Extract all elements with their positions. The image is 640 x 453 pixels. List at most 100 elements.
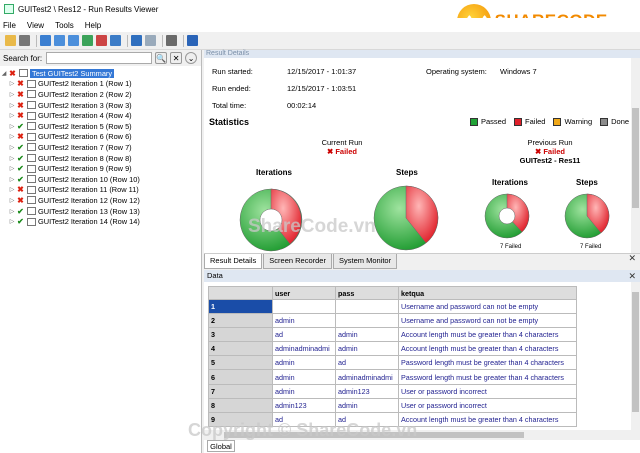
- pass-cell[interactable]: admin: [335, 341, 399, 357]
- pass-cell[interactable]: admin123: [335, 383, 399, 399]
- pass-cell[interactable]: admin: [335, 397, 399, 413]
- search-button[interactable]: 🔍: [155, 52, 168, 64]
- tab-system-monitor[interactable]: System Monitor: [332, 254, 398, 269]
- user-cell[interactable]: admin: [272, 355, 336, 371]
- ketqua-cell[interactable]: User or password incorrect: [398, 383, 577, 399]
- user-cell[interactable]: adminadminadmi: [272, 341, 336, 357]
- ketqua-cell[interactable]: User or password incorrect: [398, 397, 577, 413]
- tree-item[interactable]: ▷ ✖ GUITest2 Iteration 2 (Row 2): [0, 89, 201, 100]
- filter-icon[interactable]: [40, 35, 51, 46]
- collapse-icon[interactable]: ◢: [0, 70, 8, 77]
- tree-item[interactable]: ▷ ✔ GUITest2 Iteration 5 (Row 5): [0, 121, 201, 132]
- pass-cell[interactable]: [335, 298, 399, 315]
- user-cell[interactable]: ad: [272, 327, 336, 343]
- tree-item[interactable]: ▷ ✔ GUITest2 Iteration 13 (Row 13): [0, 206, 201, 217]
- user-cell[interactable]: admin: [272, 369, 336, 385]
- collapse-all-icon[interactable]: [68, 35, 79, 46]
- user-cell[interactable]: [272, 298, 336, 315]
- menu-file[interactable]: File: [3, 21, 16, 30]
- tree-item[interactable]: ▷ ✔ GUITest2 Iteration 10 (Row 10): [0, 174, 201, 185]
- row-number-cell[interactable]: 8: [208, 397, 273, 413]
- tree-item[interactable]: ▷ ✖ GUITest2 Iteration 1 (Row 1): [0, 79, 201, 90]
- help-icon[interactable]: [187, 35, 198, 46]
- user-cell[interactable]: admin: [272, 383, 336, 399]
- refresh-icon[interactable]: [82, 35, 93, 46]
- data-vertical-scrollbar[interactable]: [631, 282, 640, 430]
- tree-item[interactable]: ▷ ✔ GUITest2 Iteration 8 (Row 8): [0, 153, 201, 164]
- open-icon[interactable]: [5, 35, 16, 46]
- expand-icon[interactable]: ▷: [8, 208, 16, 215]
- row-number-cell[interactable]: 5: [208, 355, 273, 371]
- menu-view[interactable]: View: [27, 21, 44, 30]
- ketqua-cell[interactable]: Username and password can not be empty: [398, 298, 577, 315]
- tree-item[interactable]: ▷ ✖ GUITest2 Iteration 6 (Row 6): [0, 132, 201, 143]
- scrollbar-thumb[interactable]: [632, 108, 639, 208]
- search-options-button[interactable]: ⌄: [185, 52, 198, 64]
- column-header-pass[interactable]: pass: [335, 286, 399, 300]
- ketqua-cell[interactable]: Password length must be greater than 4 c…: [398, 369, 577, 385]
- row-number-cell[interactable]: 3: [208, 327, 273, 343]
- grid-icon[interactable]: [166, 35, 177, 46]
- table-row[interactable]: 8 admin123 admin User or password incorrect: [208, 397, 577, 413]
- row-number-cell[interactable]: 7: [208, 383, 273, 399]
- expand-icon[interactable]: ▷: [8, 165, 16, 172]
- pass-cell[interactable]: [335, 313, 399, 329]
- search-input[interactable]: [46, 52, 153, 64]
- forward-icon[interactable]: [145, 35, 156, 46]
- table-row[interactable]: 2 admin Username and password can not be e…: [208, 313, 577, 329]
- tree-item[interactable]: ▷ ✖ GUITest2 Iteration 11 (Row 11): [0, 185, 201, 196]
- row-number-cell[interactable]: 6: [208, 369, 273, 385]
- export-icon[interactable]: [110, 35, 121, 46]
- ketqua-cell[interactable]: Account length must be greater than 4 ch…: [398, 411, 577, 427]
- expand-icon[interactable]: ▷: [8, 186, 16, 193]
- expand-icon[interactable]: ▷: [8, 133, 16, 140]
- pass-cell[interactable]: adminadminadmi: [335, 369, 399, 385]
- back-icon[interactable]: [131, 35, 142, 46]
- tree-item[interactable]: ▷ ✖ GUITest2 Iteration 4 (Row 4): [0, 110, 201, 121]
- expand-icon[interactable]: ▷: [8, 155, 16, 162]
- details-scrollbar[interactable]: [631, 58, 640, 253]
- table-row[interactable]: 7 admin admin123 User or password incorrect: [208, 383, 577, 399]
- ketqua-cell[interactable]: Account length must be greater than 4 ch…: [398, 341, 577, 357]
- column-header-ketqua[interactable]: ketqua: [398, 286, 577, 300]
- tree-item[interactable]: ▷ ✔ GUITest2 Iteration 14 (Row 14): [0, 216, 201, 227]
- expand-icon[interactable]: ▷: [8, 91, 16, 98]
- row-number-cell[interactable]: 2: [208, 313, 273, 329]
- pass-cell[interactable]: admin: [335, 327, 399, 343]
- settings-icon[interactable]: [96, 35, 107, 46]
- table-row[interactable]: 5 admin ad Password length must be greater …: [208, 355, 577, 371]
- table-row[interactable]: 1 Username and password can not be empty: [208, 298, 577, 315]
- tree-root[interactable]: ◢ ✖ Test GUITest2 Summary: [0, 68, 201, 79]
- ketqua-cell[interactable]: Account length must be greater than 4 ch…: [398, 327, 577, 343]
- user-cell[interactable]: admin123: [272, 397, 336, 413]
- print-icon[interactable]: [19, 35, 30, 46]
- expand-icon[interactable]: ▷: [8, 197, 16, 204]
- ketqua-cell[interactable]: Username and password can not be empty: [398, 313, 577, 329]
- expand-icon[interactable]: ▷: [8, 176, 16, 183]
- tab-result-details[interactable]: Result Details: [204, 254, 263, 269]
- column-header-user[interactable]: user: [272, 286, 336, 300]
- tree-item[interactable]: ▷ ✔ GUITest2 Iteration 9 (Row 9): [0, 163, 201, 174]
- expand-icon[interactable]: ▷: [8, 80, 16, 87]
- tab-screen-recorder[interactable]: Screen Recorder: [263, 254, 332, 269]
- expand-icon[interactable]: ▷: [8, 112, 16, 119]
- tree-item[interactable]: ▷ ✔ GUITest2 Iteration 7 (Row 7): [0, 142, 201, 153]
- menu-tools[interactable]: Tools: [55, 21, 74, 30]
- tree-item[interactable]: ▷ ✖ GUITest2 Iteration 12 (Row 12): [0, 195, 201, 206]
- expand-icon[interactable]: ▷: [8, 218, 16, 225]
- scrollbar-thumb[interactable]: [632, 292, 639, 412]
- table-row[interactable]: 6 admin adminadminadmi Password length must…: [208, 369, 577, 385]
- clear-search-button[interactable]: ✕: [170, 52, 183, 64]
- row-number-cell[interactable]: 4: [208, 341, 273, 357]
- pass-cell[interactable]: ad: [335, 355, 399, 371]
- tree-item[interactable]: ▷ ✖ GUITest2 Iteration 3 (Row 3): [0, 100, 201, 111]
- user-cell[interactable]: admin: [272, 313, 336, 329]
- sheet-tab-global[interactable]: Global: [207, 440, 235, 452]
- ketqua-cell[interactable]: Password length must be greater than 4 c…: [398, 355, 577, 371]
- menu-help[interactable]: Help: [85, 21, 101, 30]
- expand-icon[interactable]: ▷: [8, 144, 16, 151]
- expand-all-icon[interactable]: [54, 35, 65, 46]
- row-number-cell[interactable]: 1: [208, 298, 273, 315]
- table-row[interactable]: 3 ad admin Account length must be greater t…: [208, 327, 577, 343]
- expand-icon[interactable]: ▷: [8, 102, 16, 109]
